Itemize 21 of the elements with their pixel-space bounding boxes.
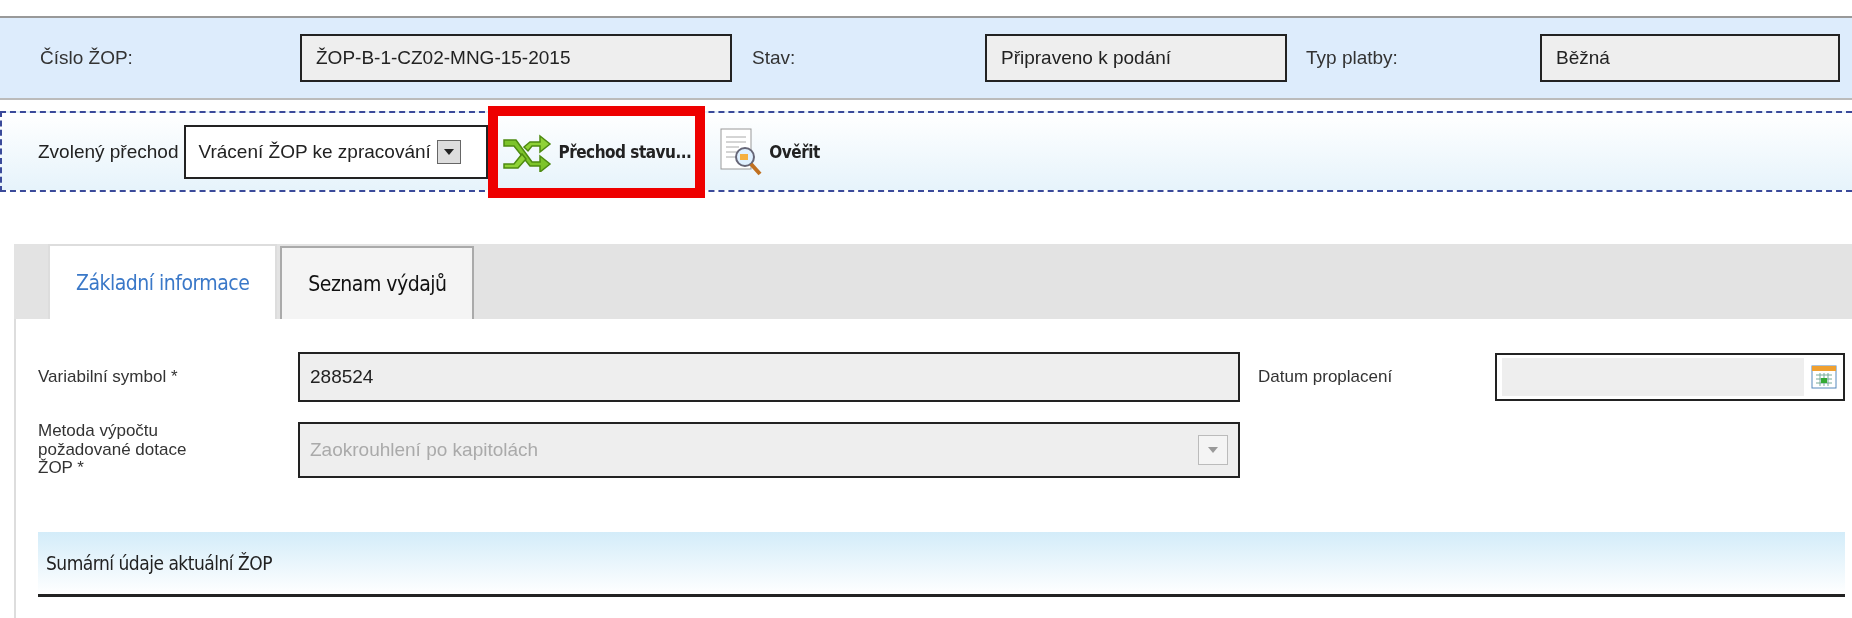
calendar-icon[interactable]: [1810, 363, 1838, 391]
date-field[interactable]: [1495, 353, 1845, 401]
input-field[interactable]: 288524: [298, 352, 1240, 402]
tab[interactable]: Základní informace: [48, 244, 278, 319]
field-label: Typ platby:: [1306, 47, 1399, 69]
method-select: Zaokrouhlení po kapitolách: [298, 422, 1240, 479]
readonly-field: ŽOP-B-1-CZ02-MNG-15-2015: [300, 34, 732, 82]
document-magnifier-icon: [719, 126, 764, 177]
tab[interactable]: Seznam výdajů: [280, 246, 475, 319]
field-label: Číslo ŽOP:: [40, 47, 134, 69]
readonly-field: Běžná: [1540, 34, 1840, 82]
transition-button[interactable]: Přechod stavu...: [502, 131, 692, 172]
transition-label: Zvolený přechod: [38, 140, 179, 163]
field-label: Variabilní symbol *: [38, 367, 179, 387]
section-title: Sumární údaje aktuální ŽOP: [46, 552, 272, 575]
field-label: Datum proplacení: [1258, 367, 1394, 387]
readonly-field: Připraveno k podání: [985, 34, 1287, 82]
field-label: Stav:: [752, 47, 797, 69]
field-label: Metoda výpočtu požadované dotace ŽOP *: [38, 422, 188, 479]
transition-select[interactable]: Vrácení ŽOP ke zpracování: [184, 124, 489, 179]
verify-button[interactable]: Ověřit: [719, 126, 820, 177]
